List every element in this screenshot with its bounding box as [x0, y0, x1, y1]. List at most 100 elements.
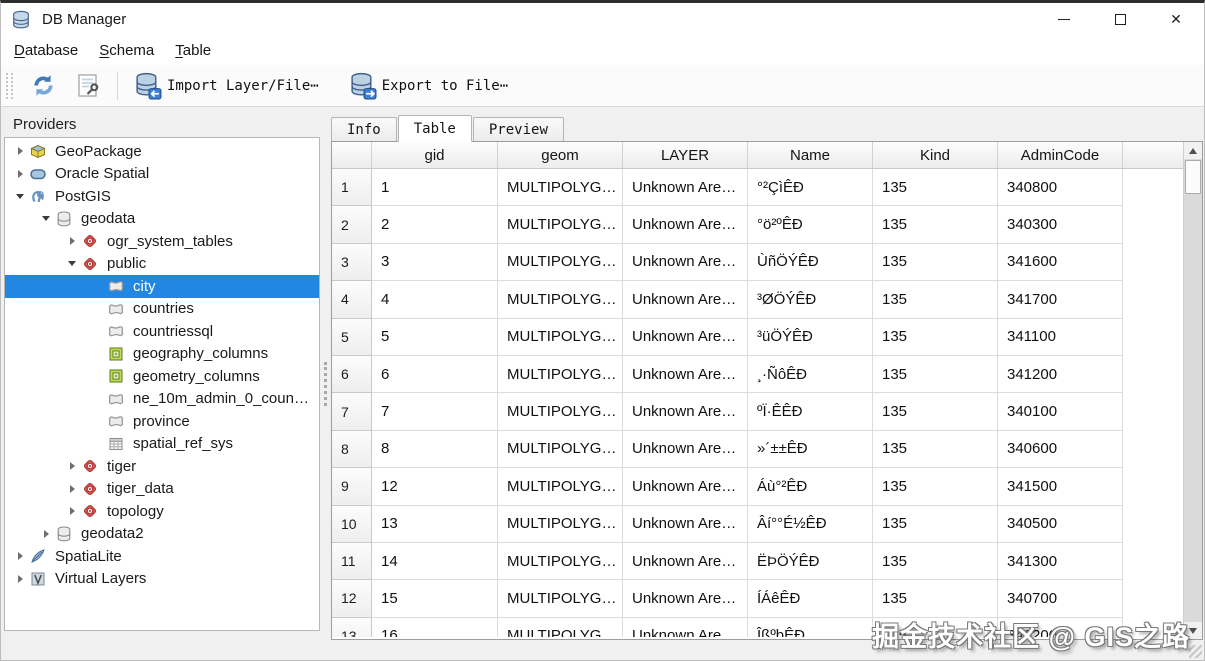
expanded-arrow-icon[interactable]: [63, 255, 81, 273]
panel-splitter[interactable]: [321, 114, 331, 640]
close-button[interactable]: [1148, 3, 1204, 36]
row-number[interactable]: 3: [332, 244, 372, 281]
cell-layer[interactable]: Unknown Are…: [623, 393, 748, 430]
cell-name[interactable]: ÍÁêÊÐ: [748, 580, 873, 617]
cell-gid[interactable]: 4: [372, 281, 498, 318]
cell-gid[interactable]: 7: [372, 393, 498, 430]
collapsed-arrow-icon[interactable]: [63, 232, 81, 250]
cell-geom[interactable]: MULTIPOLYG…: [498, 393, 623, 430]
cell-name[interactable]: Áù°²ÊÐ: [748, 468, 873, 505]
expanded-arrow-icon[interactable]: [11, 187, 29, 205]
cell-geom[interactable]: MULTIPOLYG…: [498, 281, 623, 318]
cell-admincode[interactable]: 341500: [998, 468, 1123, 505]
cell-gid[interactable]: 12: [372, 468, 498, 505]
cell-gid[interactable]: 2: [372, 206, 498, 243]
cell-kind[interactable]: 135: [873, 618, 998, 637]
column-header-geom[interactable]: geom: [498, 142, 623, 168]
cell-name[interactable]: ºÏ·ÊÊÐ: [748, 393, 873, 430]
cell-name[interactable]: °ö²ºÊÐ: [748, 206, 873, 243]
collapsed-arrow-icon[interactable]: [11, 570, 29, 588]
cell-kind[interactable]: 135: [873, 244, 998, 281]
tree-item-ogr-system-tables[interactable]: ogr_system_tables: [5, 230, 319, 253]
menu-database[interactable]: Database: [14, 42, 78, 59]
cell-name[interactable]: ÎßºþÊÐ: [748, 618, 873, 637]
collapsed-arrow-icon[interactable]: [37, 525, 55, 543]
refresh-button[interactable]: [23, 69, 64, 102]
cell-gid[interactable]: 6: [372, 356, 498, 393]
cell-kind[interactable]: 135: [873, 468, 998, 505]
tree-item-virtual-layers[interactable]: Virtual Layers: [5, 568, 319, 591]
cell-kind[interactable]: 135: [873, 580, 998, 617]
cell-admincode[interactable]: 341300: [998, 543, 1123, 580]
cell-name[interactable]: ËÞÖÝÊÐ: [748, 543, 873, 580]
scrollbar-thumb[interactable]: [1185, 160, 1201, 194]
tree-item-geodata[interactable]: geodata: [5, 208, 319, 231]
row-number[interactable]: 6: [332, 356, 372, 393]
cell-layer[interactable]: Unknown Are…: [623, 543, 748, 580]
cell-gid[interactable]: 14: [372, 543, 498, 580]
tree-item-geography-columns[interactable]: geography_columns: [5, 343, 319, 366]
tree-item-public[interactable]: public: [5, 253, 319, 276]
row-number[interactable]: 11: [332, 543, 372, 580]
cell-gid[interactable]: 16: [372, 618, 498, 637]
cell-kind[interactable]: 135: [873, 431, 998, 468]
cell-gid[interactable]: 13: [372, 506, 498, 543]
cell-gid[interactable]: 3: [372, 244, 498, 281]
column-header-kind[interactable]: Kind: [873, 142, 998, 168]
row-number[interactable]: 7: [332, 393, 372, 430]
row-number[interactable]: 9: [332, 468, 372, 505]
cell-layer[interactable]: Unknown Are…: [623, 618, 748, 637]
row-number[interactable]: 1: [332, 169, 372, 206]
cell-admincode[interactable]: 340100: [998, 393, 1123, 430]
cell-geom[interactable]: MULTIPOLYG…: [498, 506, 623, 543]
tab-table[interactable]: Table: [398, 115, 472, 142]
cell-layer[interactable]: Unknown Are…: [623, 468, 748, 505]
cell-layer[interactable]: Unknown Are…: [623, 206, 748, 243]
column-header-gid[interactable]: gid: [372, 142, 498, 168]
cell-admincode[interactable]: 341200: [998, 356, 1123, 393]
column-header-name[interactable]: Name: [748, 142, 873, 168]
menu-table[interactable]: Table: [175, 42, 211, 59]
cell-kind[interactable]: 135: [873, 506, 998, 543]
collapsed-arrow-icon[interactable]: [11, 142, 29, 160]
tab-info[interactable]: Info: [331, 117, 397, 141]
cell-name[interactable]: ³üÖÝÊÐ: [748, 319, 873, 356]
collapsed-arrow-icon[interactable]: [11, 165, 29, 183]
tree-item-city[interactable]: city: [5, 275, 319, 298]
cell-admincode[interactable]: 340500: [998, 506, 1123, 543]
cell-name[interactable]: »´±±ÊÐ: [748, 431, 873, 468]
tree-item-oracle-spatial[interactable]: Oracle Spatial: [5, 163, 319, 186]
cell-kind[interactable]: 135: [873, 206, 998, 243]
tree-item-postgis[interactable]: PostGIS: [5, 185, 319, 208]
cell-kind[interactable]: 135: [873, 356, 998, 393]
tree-item-tiger[interactable]: tiger: [5, 455, 319, 478]
cell-gid[interactable]: 8: [372, 431, 498, 468]
cell-layer[interactable]: Unknown Are…: [623, 281, 748, 318]
maximize-button[interactable]: [1092, 3, 1148, 36]
cell-layer[interactable]: Unknown Are…: [623, 506, 748, 543]
cell-admincode[interactable]: 340300: [998, 206, 1123, 243]
cell-admincode[interactable]: 341600: [998, 244, 1123, 281]
cell-gid[interactable]: 1: [372, 169, 498, 206]
column-header-layer[interactable]: LAYER: [623, 142, 748, 168]
collapsed-arrow-icon[interactable]: [63, 502, 81, 520]
cell-kind[interactable]: 135: [873, 393, 998, 430]
sql-window-button[interactable]: [68, 69, 108, 102]
menu-schema[interactable]: Schema: [99, 42, 154, 59]
vertical-scrollbar[interactable]: [1183, 142, 1202, 639]
cell-kind[interactable]: 135: [873, 319, 998, 356]
minimize-button[interactable]: [1036, 3, 1092, 36]
toolbar-drag-handle[interactable]: [6, 73, 13, 99]
tree-item-ne-10m-admin-0-coun[interactable]: ne_10m_admin_0_coun…: [5, 388, 319, 411]
tree-item-spatial-ref-sys[interactable]: spatial_ref_sys: [5, 433, 319, 456]
tab-preview[interactable]: Preview: [473, 117, 564, 141]
tree-item-province[interactable]: province: [5, 410, 319, 433]
scroll-down-button[interactable]: [1184, 622, 1202, 639]
row-number[interactable]: 2: [332, 206, 372, 243]
cell-layer[interactable]: Unknown Are…: [623, 356, 748, 393]
export-file-button[interactable]: Export to File⋯: [342, 69, 515, 103]
cell-name[interactable]: ³ØÖÝÊÐ: [748, 281, 873, 318]
cell-gid[interactable]: 15: [372, 580, 498, 617]
row-number[interactable]: 12: [332, 580, 372, 617]
cell-gid[interactable]: 5: [372, 319, 498, 356]
